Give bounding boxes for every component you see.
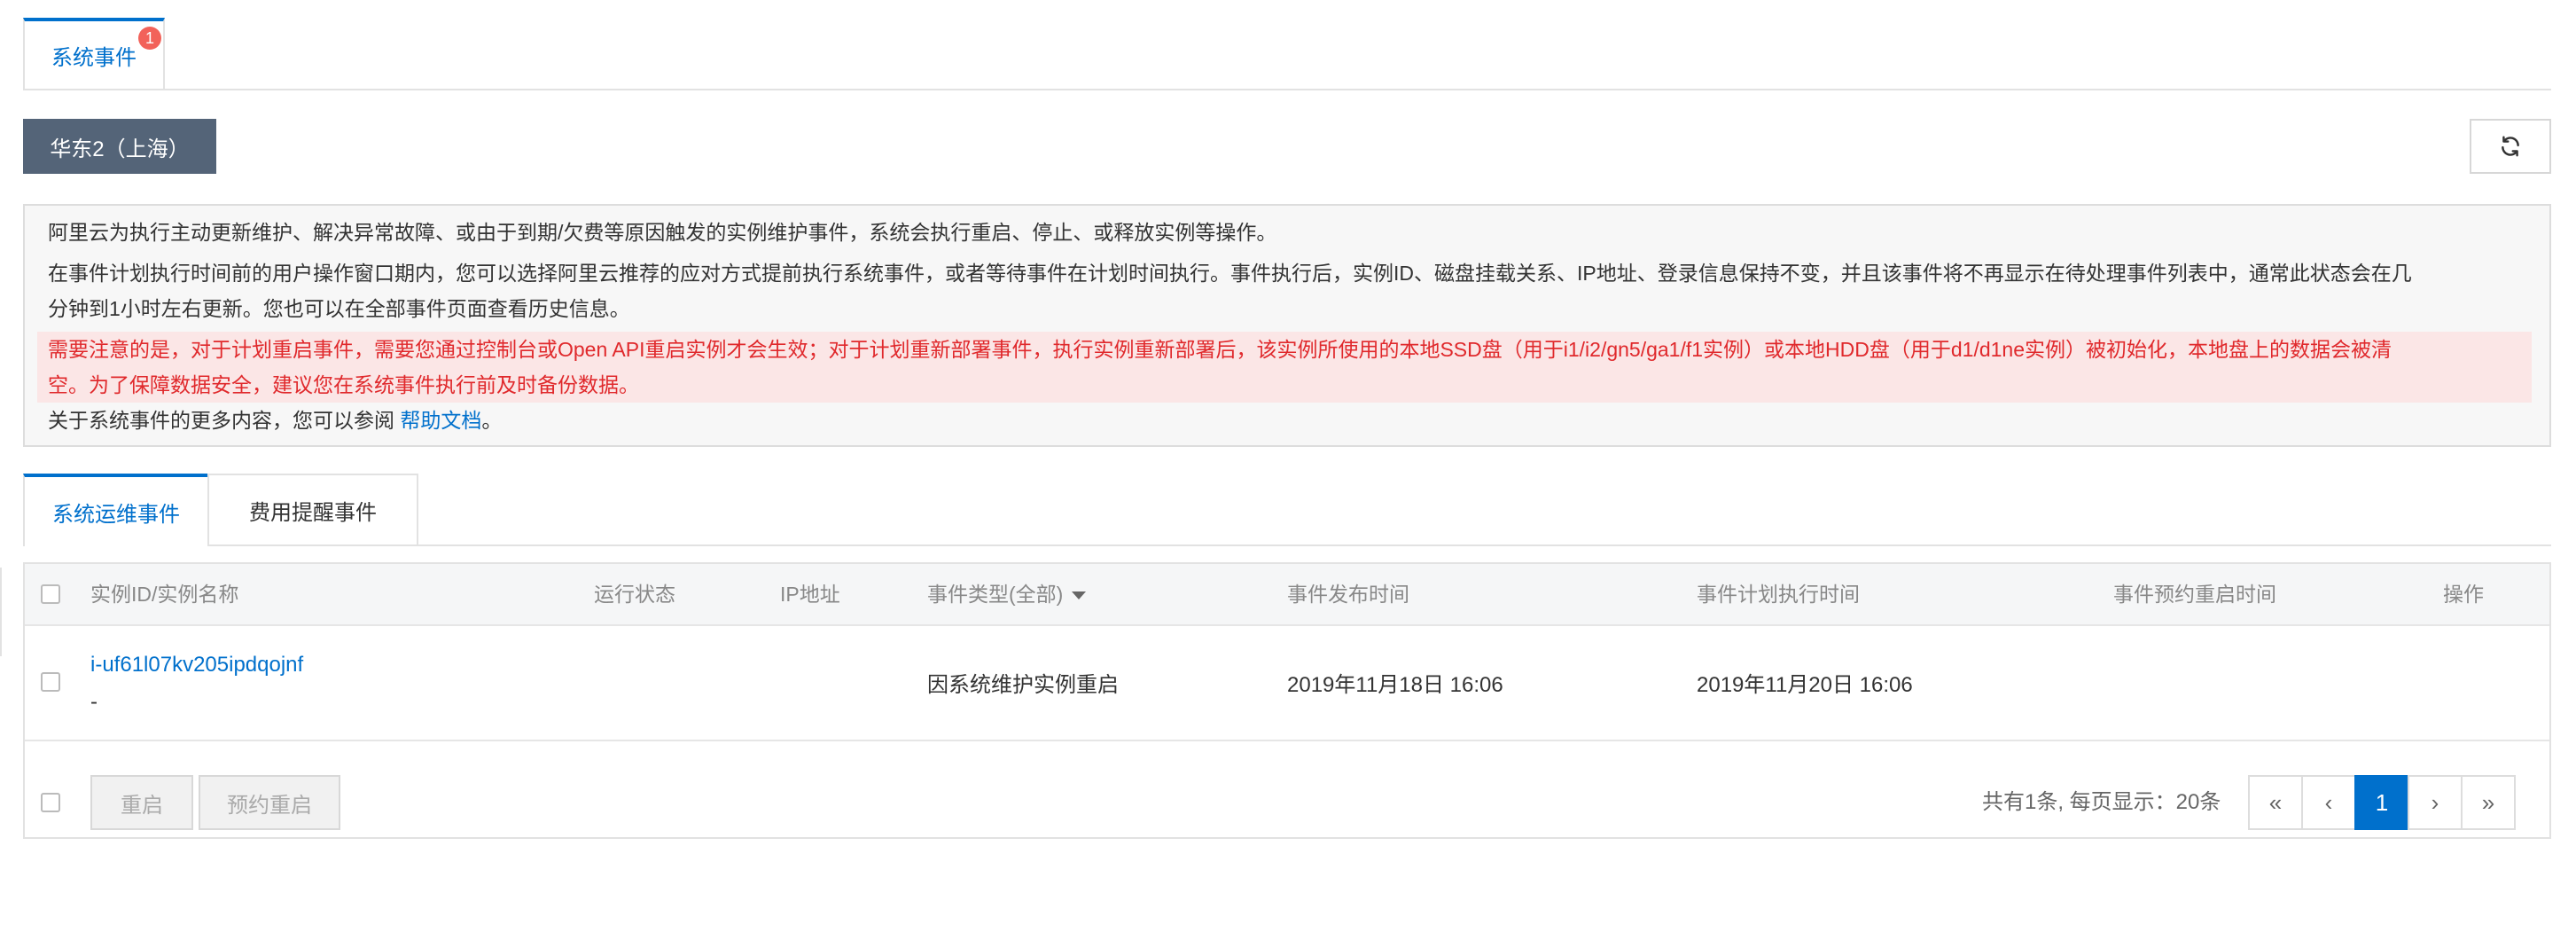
prev-page-button[interactable]: ‹ [2301,775,2356,830]
instance-id-link[interactable]: i-uf61l07kv205ipdqojnf [90,653,303,678]
col-reserve-time: 事件预约重启时间 [2113,583,2276,606]
row-checkbox[interactable] [41,672,60,692]
notice-warning: 需要注意的是，对于计划重启事件，需要您通过控制台或Open API重启实例才会生… [37,332,2532,403]
refresh-icon [2502,136,2519,157]
col-status: 运行状态 [594,583,675,606]
footer-select-all-checkbox[interactable] [41,793,60,812]
notice-more-prefix: 关于系统事件的更多内容，您可以参阅 [48,409,401,432]
col-action: 操作 [2443,583,2484,606]
events-table: 实例ID/实例名称 运行状态 IP地址 事件类型(全部) 事件发布时间 事件计划… [23,562,2551,839]
current-page-button[interactable]: 1 [2354,775,2409,830]
notice-more-suffix: 。 [481,409,503,432]
select-all-checkbox[interactable] [41,584,60,604]
col-event-type-label: 事件类型(全部) [927,583,1064,606]
instance-name: - [90,690,98,714]
region-selector-button[interactable]: 华东2（上海） [23,119,216,174]
event-category-tabs: 系统运维事件 费用提醒事件 [23,474,2551,546]
publish-time: 2019年11月18日 16:06 [1287,673,1503,697]
notice-more-info: 关于系统事件的更多内容，您可以参阅 帮助文档。 [48,403,2521,438]
tab-ops-events[interactable]: 系统运维事件 [23,474,209,546]
table-row: i-uf61l07kv205ipdqojnf - 因系统维护实例重启 2019年… [25,626,2549,741]
notice-line-2a: 在事件计划执行时间前的用户操作窗口期内，您可以选择阿里云推荐的应对方式提前执行系… [48,262,2412,285]
pagination-info: 共有1条, 每页显示：20条 [1982,790,2221,814]
left-edge-divider [0,568,2,656]
page: 系统事件 1 华东2（上海） 阿里云为执行主动更新维护、解决异常故障、或由于到期… [0,0,2576,940]
restart-button[interactable]: 重启 [90,775,193,830]
system-event-notice: 阿里云为执行主动更新维护、解决异常故障、或由于到期/欠费等原因触发的实例维护事件… [23,204,2551,447]
notice-line-1: 阿里云为执行主动更新维护、解决异常故障、或由于到期/欠费等原因触发的实例维护事件… [48,221,1277,244]
tab-billing-events[interactable]: 费用提醒事件 [207,474,418,544]
tab-system-events-label: 系统事件 [51,45,137,70]
last-page-button[interactable]: » [2461,775,2516,830]
col-publish-time: 事件发布时间 [1287,583,1409,606]
tab-system-events[interactable]: 系统事件 1 [23,18,165,89]
table-footer: 重启 预约重启 共有1条, 每页显示：20条 « ‹ 1 › » [25,741,2549,839]
table-header: 实例ID/实例名称 运行状态 IP地址 事件类型(全部) 事件发布时间 事件计划… [25,564,2549,626]
schedule-restart-button[interactable]: 预约重启 [199,775,340,830]
col-instance: 实例ID/实例名称 [90,583,239,606]
plan-time: 2019年11月20日 16:06 [1697,673,1913,697]
top-tabbar: 系统事件 1 [23,18,2551,90]
refresh-button[interactable] [2470,119,2551,174]
pagination: « ‹ 1 › » [2248,775,2516,830]
notice-warning-b: 空。为了保障数据安全，建议您在系统事件执行前及时备份数据。 [48,373,639,396]
col-ip: IP地址 [780,583,840,606]
help-doc-link[interactable]: 帮助文档 [400,409,481,432]
notice-warning-a: 需要注意的是，对于计划重启事件，需要您通过控制台或Open API重启实例才会生… [48,338,2393,361]
event-type: 因系统维护实例重启 [927,673,1119,697]
first-page-button[interactable]: « [2248,775,2303,830]
next-page-button[interactable]: › [2408,775,2463,830]
col-event-type-filter[interactable]: 事件类型(全部) [927,564,1087,624]
notice-line-2: 在事件计划执行时间前的用户操作窗口期内，您可以选择阿里云推荐的应对方式提前执行系… [48,255,2521,326]
col-plan-time: 事件计划执行时间 [1697,583,1860,606]
caret-down-icon [1072,591,1087,600]
region-label: 华东2（上海） [50,137,190,161]
tab-count-badge: 1 [138,27,161,50]
notice-line-2b: 分钟到1小时左右更新。您也可以在全部事件页面查看历史信息。 [48,297,630,320]
